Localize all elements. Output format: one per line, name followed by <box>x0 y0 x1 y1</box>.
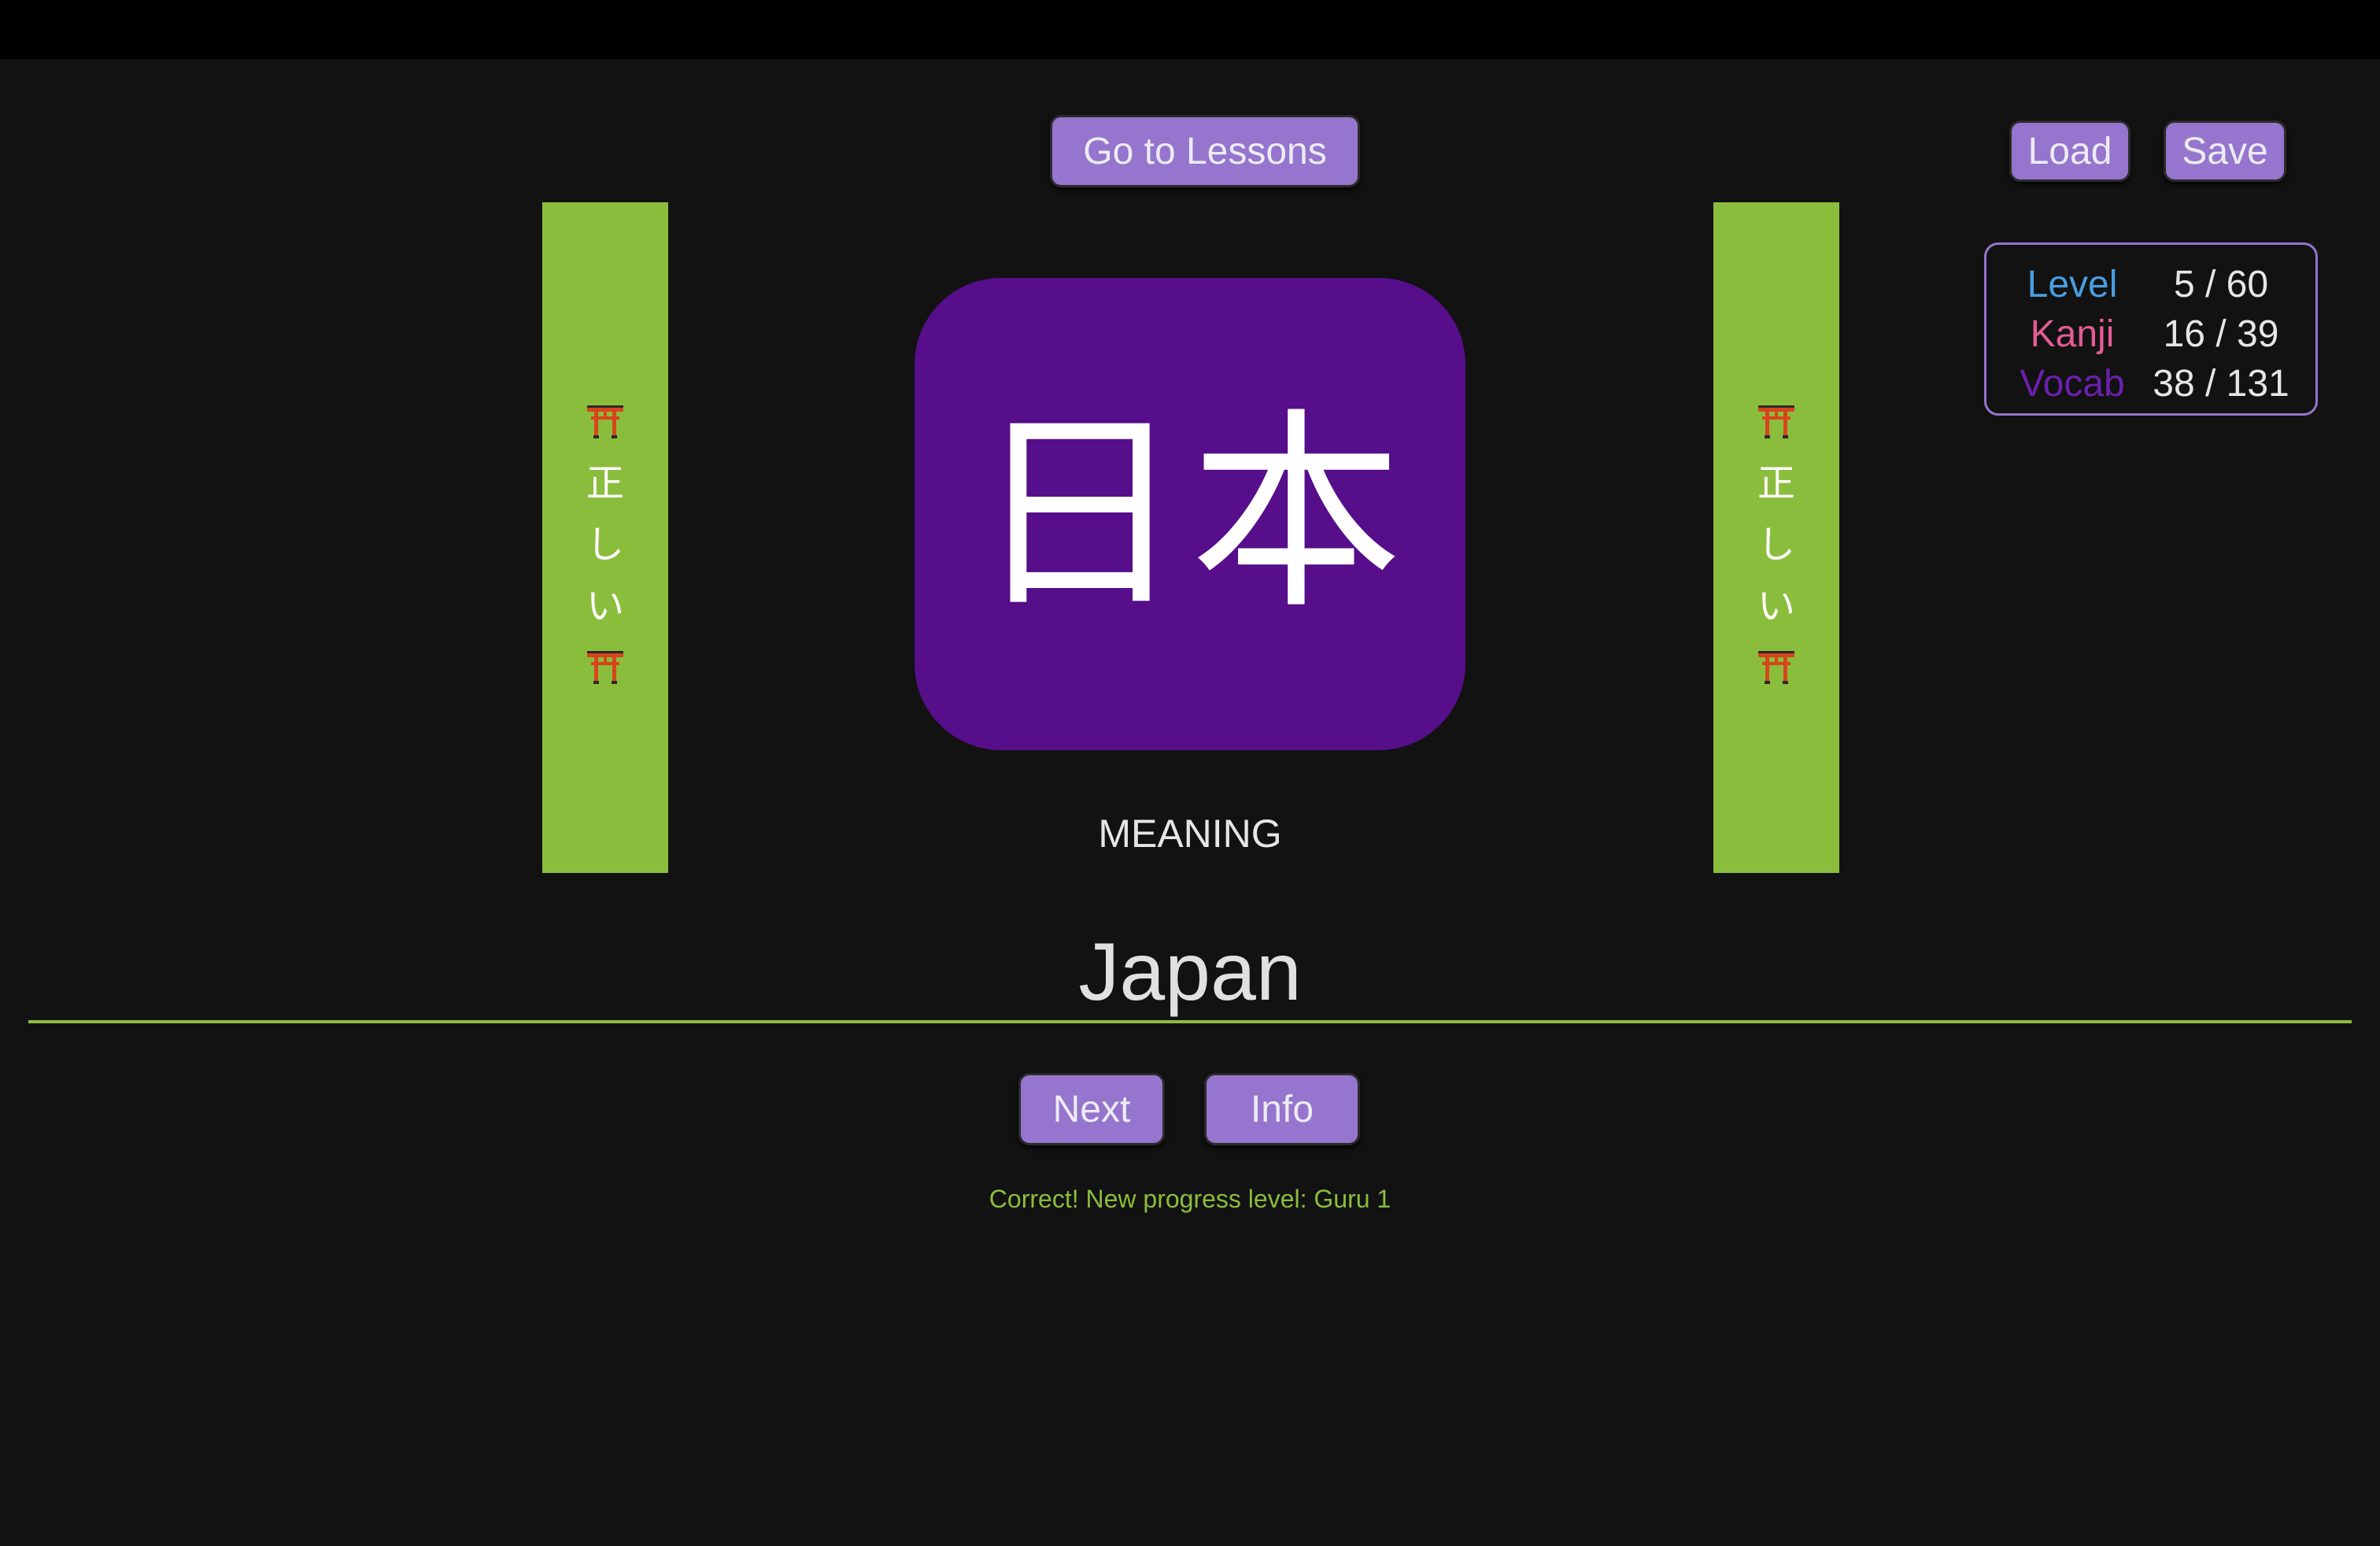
stat-row-level: Level 5 / 60 <box>1986 261 2315 309</box>
torii-gate-icon <box>1757 391 1795 453</box>
save-button[interactable]: Save <box>2164 120 2286 182</box>
browser-top-bar <box>0 0 2380 59</box>
stat-row-vocab: Vocab 38 / 131 <box>1986 360 2315 409</box>
correct-banner-right: 正 し い <box>1713 202 1839 873</box>
stat-value-level: 5 / 60 <box>2173 264 2269 305</box>
torii-gate-icon <box>1757 637 1795 698</box>
torii-gate-icon <box>586 391 624 453</box>
review-page: Go to Lessons Load Save Level 5 / 60 Kan… <box>0 59 2380 1546</box>
vocab-kanji: 日本 <box>973 390 1407 638</box>
banner-char: い <box>1757 584 1795 628</box>
stat-value-vocab: 38 / 131 <box>2153 363 2289 405</box>
torii-gate-icon <box>586 637 624 698</box>
banner-char: い <box>586 584 624 628</box>
load-button[interactable]: Load <box>2009 120 2131 182</box>
banner-char: し <box>586 523 624 567</box>
stat-row-kanji: Kanji 16 / 39 <box>1986 310 2315 359</box>
stat-label-kanji: Kanji <box>2030 313 2115 355</box>
info-button[interactable]: Info <box>1204 1073 1360 1145</box>
stat-label-vocab: Vocab <box>2020 363 2125 405</box>
progress-stats-panel: Level 5 / 60 Kanji 16 / 39 Vocab 38 / 13… <box>1984 242 2318 416</box>
correct-banner-left: 正 し い <box>542 202 668 873</box>
banner-char: 正 <box>1757 461 1795 505</box>
go-to-lessons-button[interactable]: Go to Lessons <box>1050 115 1360 187</box>
vocab-card: 日本 <box>915 278 1465 750</box>
next-button[interactable]: Next <box>1018 1073 1165 1145</box>
question-type-label: MEANING <box>1098 812 1282 856</box>
banner-char: し <box>1757 523 1795 567</box>
answer-input[interactable] <box>28 925 2352 1023</box>
stat-label-level: Level <box>2027 264 2118 305</box>
banner-char: 正 <box>586 461 624 505</box>
feedback-message: Correct! New progress level: Guru 1 <box>989 1185 1391 1213</box>
stat-value-kanji: 16 / 39 <box>2163 313 2279 355</box>
